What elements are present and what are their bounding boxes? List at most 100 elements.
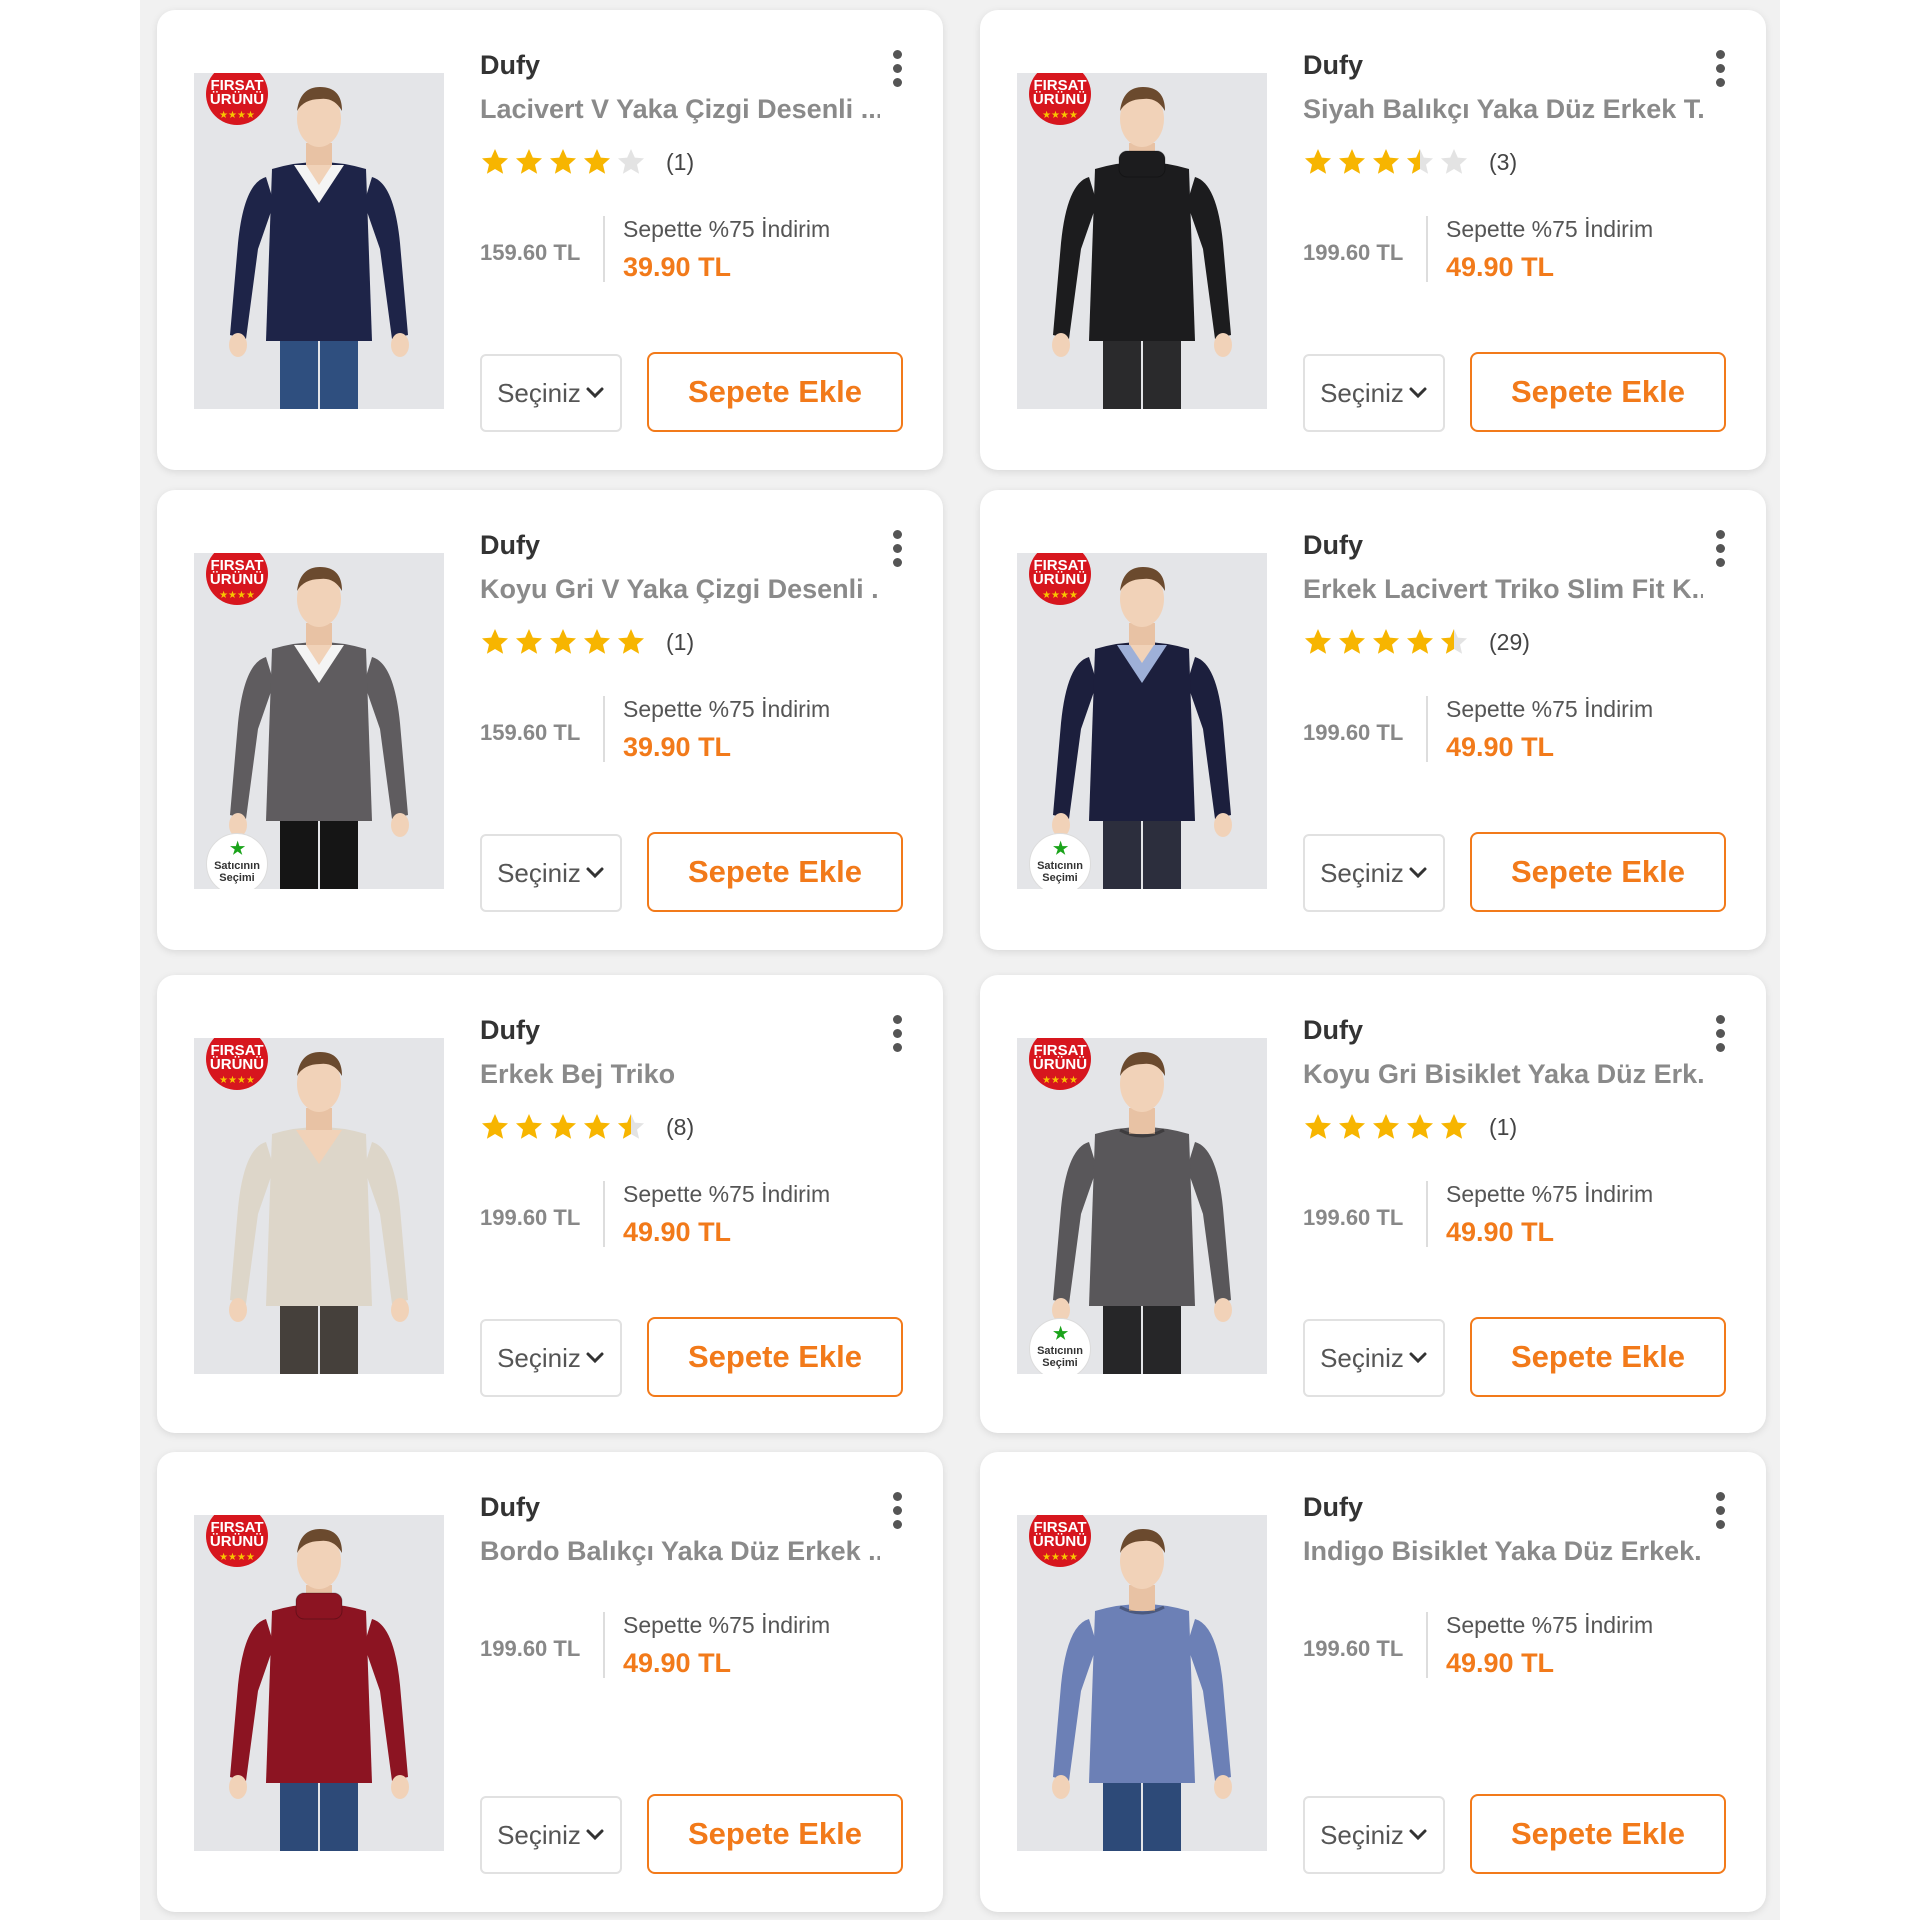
product-title[interactable]: Lacivert V Yaka Çizgi Desenli ... — [480, 94, 880, 125]
product-image[interactable]: FIRSAT ÜRÜNÜ ★★★★ — [194, 1038, 444, 1374]
brand-name[interactable]: Dufy — [1303, 1492, 1363, 1523]
brand-name[interactable]: Dufy — [1303, 1015, 1363, 1046]
brand-name[interactable]: Dufy — [1303, 530, 1363, 561]
size-select[interactable]: Seçiniz — [1303, 1796, 1445, 1874]
size-select[interactable]: Seçiniz — [480, 1319, 622, 1397]
size-select[interactable]: Seçiniz — [1303, 1319, 1445, 1397]
brand-name[interactable]: Dufy — [1303, 50, 1363, 81]
product-card[interactable]: FIRSAT ÜRÜNÜ ★★★★ ★ Satıcının Seçimi Dufy … — [980, 975, 1766, 1433]
product-title[interactable]: Erkek Bej Triko — [480, 1059, 880, 1090]
product-title[interactable]: Koyu Gri V Yaka Çizgi Desenli ... — [480, 574, 880, 605]
product-image[interactable]: FIRSAT ÜRÜNÜ ★★★★ — [1017, 1515, 1267, 1851]
star-full-icon — [482, 629, 508, 654]
seller-choice-label: Seçimi — [1042, 872, 1078, 884]
product-image[interactable]: FIRSAT ÜRÜNÜ ★★★★ ★ Satıcının Seçimi — [194, 553, 444, 889]
product-title[interactable]: Erkek Lacivert Triko Slim Fit K... — [1303, 574, 1703, 605]
add-to-cart-button[interactable]: Sepete Ekle — [1470, 352, 1726, 432]
price-block: 199.60 TL Sepette %75 İndirim 49.90 TL — [1303, 216, 1723, 286]
rating: (1) — [480, 144, 694, 180]
price-divider — [603, 696, 605, 762]
star-full-icon — [550, 149, 576, 174]
svg-text:★★★★: ★★★★ — [219, 1075, 255, 1086]
size-select-label: Seçiniz — [497, 1819, 581, 1850]
brand-name[interactable]: Dufy — [480, 50, 540, 81]
promo-label: Sepette %75 İndirim — [1446, 216, 1654, 242]
product-card[interactable]: FIRSAT ÜRÜNÜ ★★★★ Dufy Siyah Balıkçı Yak… — [980, 10, 1766, 470]
svg-text:ÜRÜNÜ: ÜRÜNÜ — [210, 571, 264, 588]
new-price: 49.90 TL — [1446, 732, 1555, 762]
new-price: 49.90 TL — [1446, 252, 1555, 282]
deal-badge-icon: FIRSAT ÜRÜNÜ ★★★★ — [206, 1515, 268, 1567]
add-to-cart-button[interactable]: Sepete Ekle — [1470, 1794, 1726, 1874]
brand-name[interactable]: Dufy — [480, 1492, 540, 1523]
add-to-cart-button[interactable]: Sepete Ekle — [647, 352, 903, 432]
brand-name[interactable]: Dufy — [480, 1015, 540, 1046]
price-divider — [603, 216, 605, 282]
star-full-icon — [1305, 1114, 1331, 1139]
more-options-icon[interactable] — [889, 1492, 905, 1534]
price-divider — [1426, 216, 1428, 282]
rating-count: (3) — [1489, 148, 1518, 175]
rating-stars — [480, 147, 650, 177]
product-image[interactable]: FIRSAT ÜRÜNÜ ★★★★ — [194, 73, 444, 409]
add-to-cart-button[interactable]: Sepete Ekle — [647, 1317, 903, 1397]
product-image[interactable]: FIRSAT ÜRÜNÜ ★★★★ — [194, 1515, 444, 1851]
seller-choice-label: Satıcının — [1037, 1345, 1083, 1357]
size-select-label: Seçiniz — [1320, 1342, 1404, 1373]
product-title[interactable]: Siyah Balıkçı Yaka Düz Erkek T... — [1303, 94, 1703, 125]
old-price: 199.60 TL — [1303, 720, 1404, 745]
size-select[interactable]: Seçiniz — [1303, 834, 1445, 912]
svg-text:★★★★: ★★★★ — [219, 110, 255, 121]
chevron-down-icon — [586, 867, 604, 879]
more-options-icon[interactable] — [889, 530, 905, 572]
rating: (1) — [480, 624, 694, 660]
product-card[interactable]: FIRSAT ÜRÜNÜ ★★★★ Dufy Erkek Bej Triko (… — [157, 975, 943, 1433]
product-card[interactable]: FIRSAT ÜRÜNÜ ★★★★ ★ Satıcının Seçimi Dufy … — [980, 490, 1766, 950]
star-full-icon — [516, 149, 542, 174]
product-image[interactable]: FIRSAT ÜRÜNÜ ★★★★ ★ Satıcının Seçimi — [1017, 553, 1267, 889]
more-options-icon[interactable] — [889, 1015, 905, 1057]
star-icon: ★ — [1053, 839, 1069, 858]
rating-count: (1) — [666, 628, 695, 655]
rating-count: (1) — [666, 148, 695, 175]
price-divider — [603, 1612, 605, 1678]
svg-text:ÜRÜNÜ: ÜRÜNÜ — [210, 91, 264, 108]
product-card[interactable]: FIRSAT ÜRÜNÜ ★★★★ Dufy Indigo Bisiklet Y… — [980, 1452, 1766, 1912]
star-full-icon — [584, 1114, 610, 1139]
product-title[interactable]: Indigo Bisiklet Yaka Düz Erkek... — [1303, 1536, 1703, 1567]
add-to-cart-button[interactable]: Sepete Ekle — [1470, 1317, 1726, 1397]
more-options-icon[interactable] — [1712, 1492, 1728, 1534]
add-to-cart-button[interactable]: Sepete Ekle — [647, 832, 903, 912]
old-price: 159.60 TL — [480, 240, 581, 265]
product-image[interactable]: FIRSAT ÜRÜNÜ ★★★★ — [1017, 73, 1267, 409]
star-full-icon — [550, 629, 576, 654]
product-card[interactable]: FIRSAT ÜRÜNÜ ★★★★ ★ Satıcının Seçimi Dufy … — [157, 490, 943, 950]
more-options-icon[interactable] — [889, 50, 905, 92]
size-select[interactable]: Seçiniz — [480, 354, 622, 432]
more-options-icon[interactable] — [1712, 50, 1728, 92]
rating-stars — [1303, 1112, 1473, 1142]
svg-text:ÜRÜNÜ: ÜRÜNÜ — [1033, 1056, 1087, 1073]
size-select-label: Seçiniz — [497, 857, 581, 888]
brand-name[interactable]: Dufy — [480, 530, 540, 561]
svg-text:★★★★: ★★★★ — [1042, 1552, 1078, 1563]
add-to-cart-button[interactable]: Sepete Ekle — [647, 1794, 903, 1874]
size-select[interactable]: Seçiniz — [480, 1796, 622, 1874]
promo-label: Sepette %75 İndirim — [623, 216, 831, 242]
product-title[interactable]: Bordo Balıkçı Yaka Düz Erkek ... — [480, 1536, 880, 1567]
chevron-down-icon — [586, 1352, 604, 1364]
more-options-icon[interactable] — [1712, 530, 1728, 572]
size-select[interactable]: Seçiniz — [1303, 354, 1445, 432]
rating-count: (29) — [1489, 628, 1530, 655]
add-to-cart-button[interactable]: Sepete Ekle — [1470, 832, 1726, 912]
product-image[interactable]: FIRSAT ÜRÜNÜ ★★★★ ★ Satıcının Seçimi — [1017, 1038, 1267, 1374]
size-select[interactable]: Seçiniz — [480, 834, 622, 912]
seller-choice-badge: ★ Satıcının Seçimi — [206, 833, 268, 889]
deal-badge-icon: FIRSAT ÜRÜNÜ ★★★★ — [1029, 73, 1091, 125]
product-title[interactable]: Koyu Gri Bisiklet Yaka Düz Erk... — [1303, 1059, 1703, 1090]
price-block: 199.60 TL Sepette %75 İndirim 49.90 TL — [1303, 1612, 1723, 1682]
more-options-icon[interactable] — [1712, 1015, 1728, 1057]
chevron-down-icon — [586, 387, 604, 399]
product-card[interactable]: FIRSAT ÜRÜNÜ ★★★★ Dufy Lacivert V Yaka Ç… — [157, 10, 943, 470]
product-card[interactable]: FIRSAT ÜRÜNÜ ★★★★ Dufy Bordo Balıkçı Yak… — [157, 1452, 943, 1912]
